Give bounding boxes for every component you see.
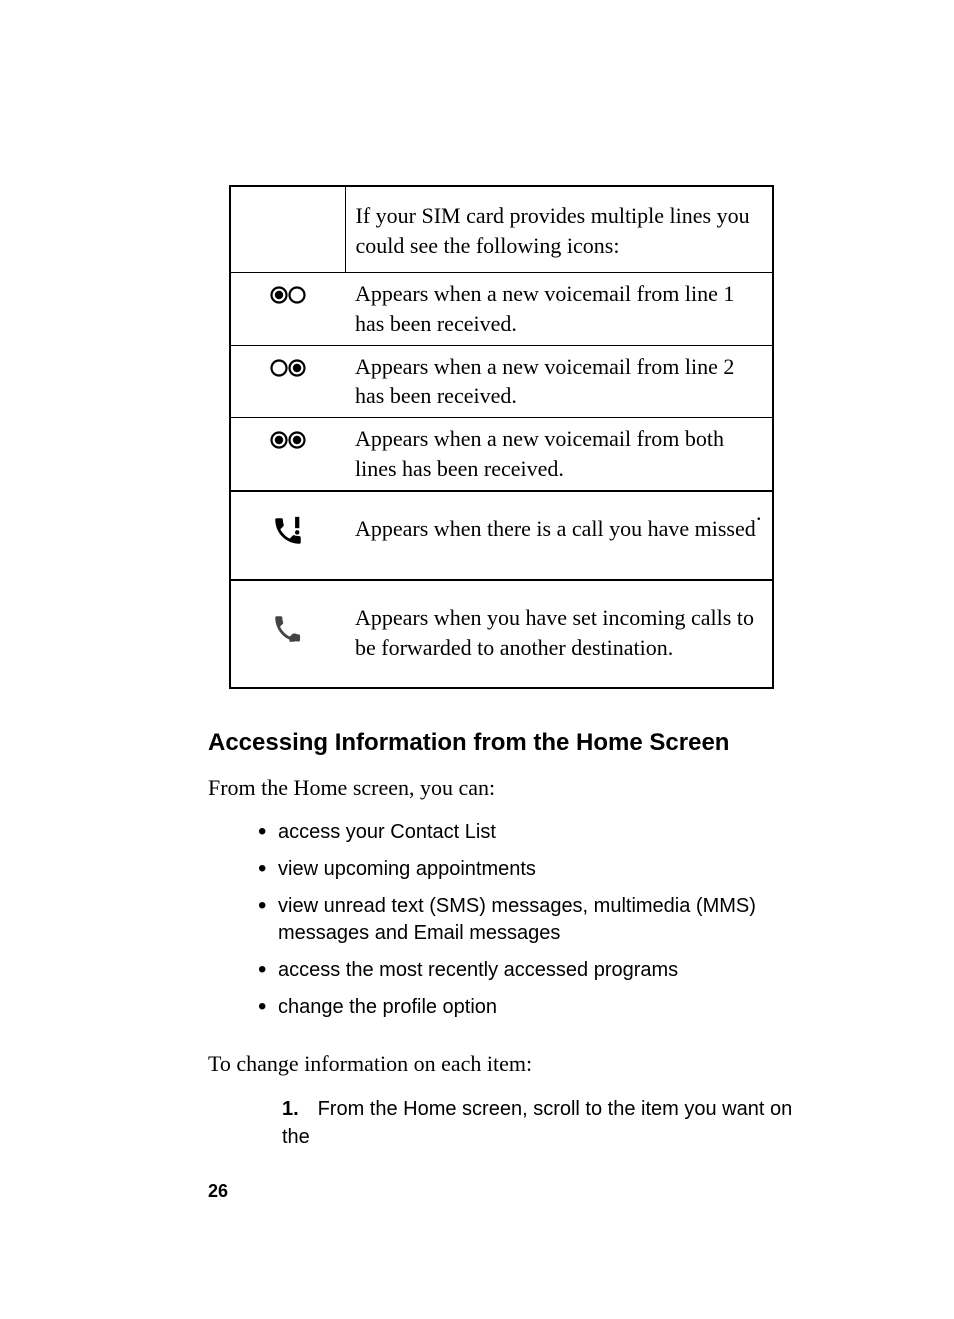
page-content: If your SIM card provides multiple lines… — [0, 0, 954, 1202]
table-row: Appears when a new voicemail from line 2… — [230, 345, 773, 417]
voicemail-line1-desc: Appears when a new voicemail from line 1… — [345, 273, 773, 345]
intro-text: If your SIM card provides multiple lines… — [345, 186, 773, 273]
call-forward-desc: Appears when you have set incoming calls… — [345, 580, 773, 687]
voicemail-line2-desc: Appears when a new voicemail from line 2… — [345, 345, 773, 417]
trailing-period: . — [756, 498, 762, 528]
list-item: view unread text (SMS) messages, multime… — [258, 893, 794, 957]
list-item: change the profile option — [258, 994, 794, 1031]
intro-paragraph: From the Home screen, you can: — [208, 775, 794, 801]
missed-call-text: Appears when there is a call you have mi… — [355, 516, 756, 541]
voicemail-line1-icon — [230, 273, 346, 345]
voicemail-both-desc: Appears when a new voicemail from both l… — [345, 418, 773, 491]
missed-call-desc: . Appears when there is a call you have … — [345, 491, 773, 581]
list-item: view upcoming appointments — [258, 856, 794, 893]
list-item: access the most recently accessed progra… — [258, 957, 794, 994]
table-row: Appears when a new voicemail from line 1… — [230, 273, 773, 345]
page-number: 26 — [208, 1181, 794, 1202]
icon-description-table: If your SIM card provides multiple lines… — [229, 185, 774, 689]
tochange-paragraph: To change information on each item: — [208, 1051, 794, 1077]
table-row: Appears when a new voicemail from both l… — [230, 418, 773, 491]
voicemail-line2-icon — [230, 345, 346, 417]
feature-list: access your Contact List view upcoming a… — [258, 819, 794, 1031]
icon-cell-empty — [230, 186, 346, 273]
voicemail-both-icon — [230, 418, 346, 491]
step-text: From the Home screen, scroll to the item… — [282, 1098, 792, 1148]
call-forward-icon — [230, 580, 346, 687]
list-item: access your Contact List — [258, 819, 794, 856]
section-heading: Accessing Information from the Home Scre… — [208, 729, 794, 757]
step-1: 1. From the Home screen, scroll to the i… — [282, 1095, 794, 1151]
table-row: If your SIM card provides multiple lines… — [230, 186, 773, 273]
missed-call-icon — [230, 491, 346, 581]
table-row: . Appears when there is a call you have … — [230, 491, 773, 581]
table-row: Appears when you have set incoming calls… — [230, 580, 773, 687]
step-number: 1. — [282, 1095, 312, 1123]
